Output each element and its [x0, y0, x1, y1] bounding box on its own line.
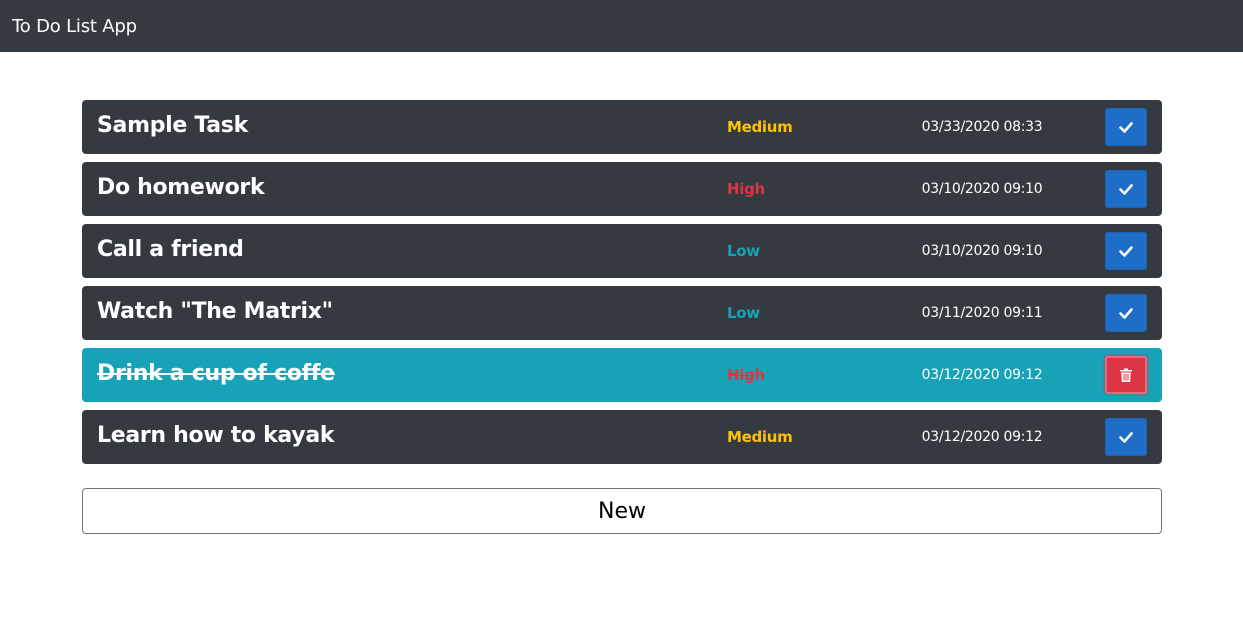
task-title: Sample Task — [97, 113, 248, 138]
task-title: Do homework — [97, 175, 265, 200]
task-date: 03/12/2020 09:12 — [921, 367, 1043, 383]
new-task-button[interactable]: New — [82, 488, 1162, 534]
task-date: 03/12/2020 09:12 — [921, 429, 1043, 445]
task-row: Call a friend Low 03/10/2020 09:10 — [82, 224, 1162, 278]
task-title: Call a friend — [97, 237, 244, 262]
navbar: To Do List App — [0, 0, 1243, 52]
priority-label: High — [727, 180, 765, 198]
task-date: 03/33/2020 08:33 — [921, 119, 1043, 135]
priority-label: Medium — [727, 118, 793, 136]
task-title: Drink a cup of coffe — [97, 361, 335, 386]
task-list: Sample Task Medium 03/33/2020 08:33 Do h… — [82, 100, 1162, 472]
priority-label: Low — [727, 242, 760, 260]
task-date: 03/10/2020 09:10 — [921, 243, 1043, 259]
task-row: Learn how to kayak Medium 03/12/2020 09:… — [82, 410, 1162, 464]
delete-button[interactable] — [1105, 356, 1147, 394]
check-icon — [1119, 246, 1133, 257]
app-title[interactable]: To Do List App — [12, 16, 137, 37]
complete-button[interactable] — [1105, 294, 1147, 332]
task-row: Drink a cup of coffe High 03/12/2020 09:… — [82, 348, 1162, 402]
task-date: 03/11/2020 09:11 — [921, 305, 1043, 321]
task-row: Do homework High 03/10/2020 09:10 — [82, 162, 1162, 216]
task-row: Sample Task Medium 03/33/2020 08:33 — [82, 100, 1162, 154]
task-title: Watch "The Matrix" — [97, 299, 333, 324]
complete-button[interactable] — [1105, 418, 1147, 456]
check-icon — [1119, 432, 1133, 443]
check-icon — [1119, 308, 1133, 319]
task-title: Learn how to kayak — [97, 423, 335, 448]
task-date: 03/10/2020 09:10 — [921, 181, 1043, 197]
complete-button[interactable] — [1105, 170, 1147, 208]
priority-label: High — [727, 366, 765, 384]
task-row: Watch "The Matrix" Low 03/11/2020 09:11 — [82, 286, 1162, 340]
check-icon — [1119, 184, 1133, 195]
priority-label: Low — [727, 304, 760, 322]
priority-label: Medium — [727, 428, 793, 446]
check-icon — [1119, 122, 1133, 133]
complete-button[interactable] — [1105, 108, 1147, 146]
trash-icon — [1120, 368, 1132, 382]
complete-button[interactable] — [1105, 232, 1147, 270]
